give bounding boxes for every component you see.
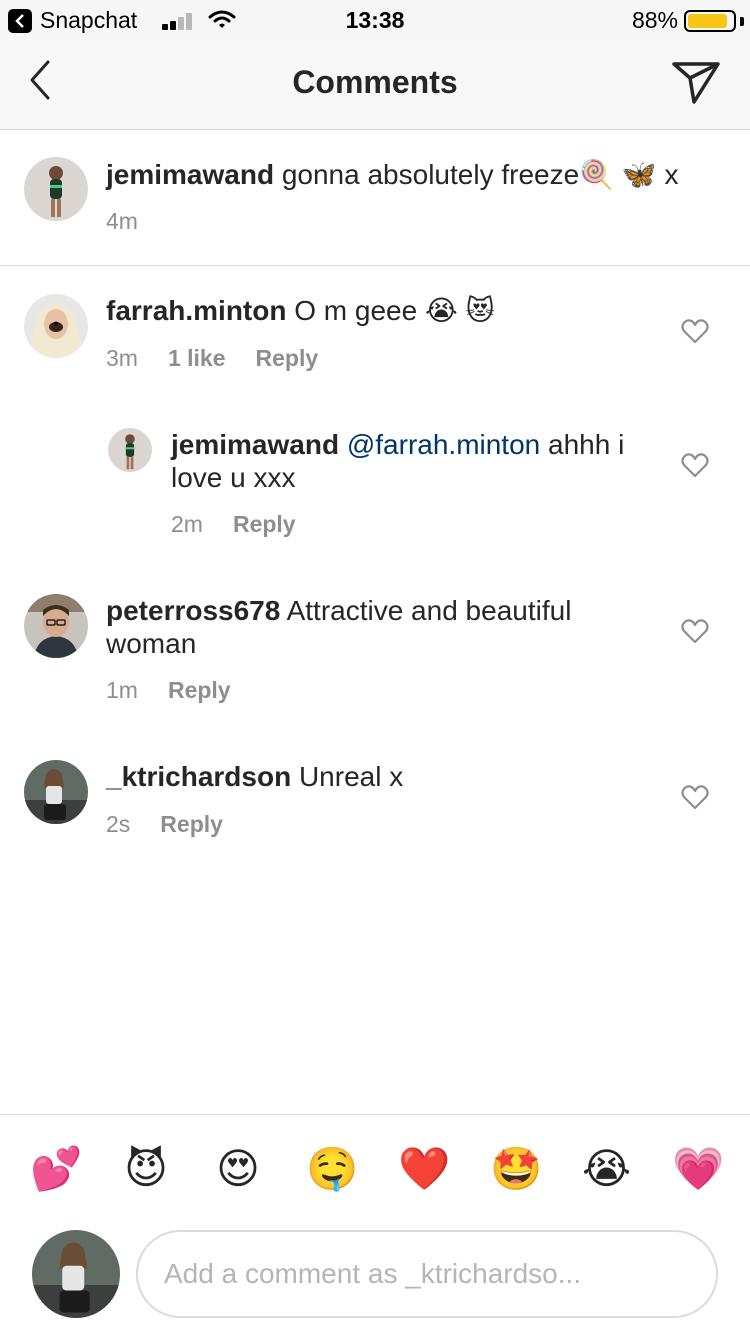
star-struck-emoji-button[interactable]: 🤩 [490,1145,542,1193]
comment-text: jemimawand @farrah.minton ahhh i love u … [171,428,651,494]
caption: jemimawand gonna absolutely freeze🍭 🦋 x … [0,131,750,266]
caption-meta: 4m [106,208,138,235]
drooling-emoji-button[interactable]: 🤤 [306,1145,358,1193]
caption-body: gonna absolutely freeze🍭 🦋 x [274,159,679,190]
comment-meta: 2s Reply [106,811,223,838]
timestamp: 2s [106,811,131,837]
comment-input-wrapper[interactable] [136,1230,718,1318]
heart-icon[interactable] [681,318,709,344]
username[interactable]: _ktrichardson [106,761,291,792]
timestamp: 4m [106,208,138,234]
paper-plane-icon[interactable] [670,56,722,108]
heart-icon[interactable] [681,784,709,810]
comment-text: peterross678 Attractive and beautiful wo… [106,594,626,660]
comment-meta: 3m 1 like Reply [106,345,318,372]
reply-button[interactable]: Reply [233,511,296,537]
comment-body: O m geee 😭 😻 [286,295,495,326]
avatar[interactable] [24,294,88,358]
comment-meta: 2m Reply [171,511,296,538]
battery-icon [684,10,736,32]
avatar[interactable] [24,157,88,221]
comment-text: farrah.minton O m geee 😭 😻 [106,294,656,327]
crying-emoji-button[interactable]: 😭 [582,1145,631,1193]
current-user-avatar [32,1230,120,1318]
heart-eyes-emoji-button[interactable]: 😍 [214,1145,262,1193]
page-title: Comments [292,64,458,100]
red-heart-emoji-button[interactable]: ❤️ [398,1145,450,1193]
comment-body: Unreal x [291,761,404,792]
comment-meta: 1m Reply [106,677,231,704]
comment-input[interactable] [164,1256,684,1292]
mention-link[interactable]: @farrah.minton [347,429,540,460]
reply-button[interactable]: Reply [256,345,319,371]
two-hearts-emoji-button[interactable]: 💕 [30,1145,82,1193]
emoji-bar: 💕 😈 😍 🤤 ❤️ 🤩 😭 💗 [0,1114,750,1224]
reply-button[interactable]: Reply [168,677,231,703]
like-count[interactable]: 1 like [168,345,226,371]
status-bar: Snapchat 13:38 88% [0,0,750,40]
username[interactable]: jemimawand [171,429,339,460]
battery-percent: 88% [631,7,678,33]
heart-icon[interactable] [681,618,709,644]
username[interactable]: peterross678 [106,595,280,626]
battery-tip [740,17,744,26]
share-button[interactable] [670,56,722,108]
reply-button[interactable]: Reply [160,811,223,837]
username[interactable]: jemimawand [106,159,274,190]
header: Comments [0,40,750,130]
caption-text: jemimawand gonna absolutely freeze🍭 🦋 x [106,158,726,191]
avatar[interactable] [24,594,88,658]
timestamp: 3m [106,345,138,371]
avatar[interactable] [24,760,88,824]
growing-heart-emoji-button[interactable]: 💗 [672,1145,724,1193]
timestamp: 1m [106,677,138,703]
username[interactable]: farrah.minton [106,295,286,326]
heart-icon[interactable] [681,452,709,478]
comment-text: _ktrichardson Unreal x [106,760,626,793]
smiling-devil-emoji-button[interactable]: 😈 [122,1145,170,1193]
timestamp: 2m [171,511,203,537]
avatar[interactable] [108,428,152,472]
